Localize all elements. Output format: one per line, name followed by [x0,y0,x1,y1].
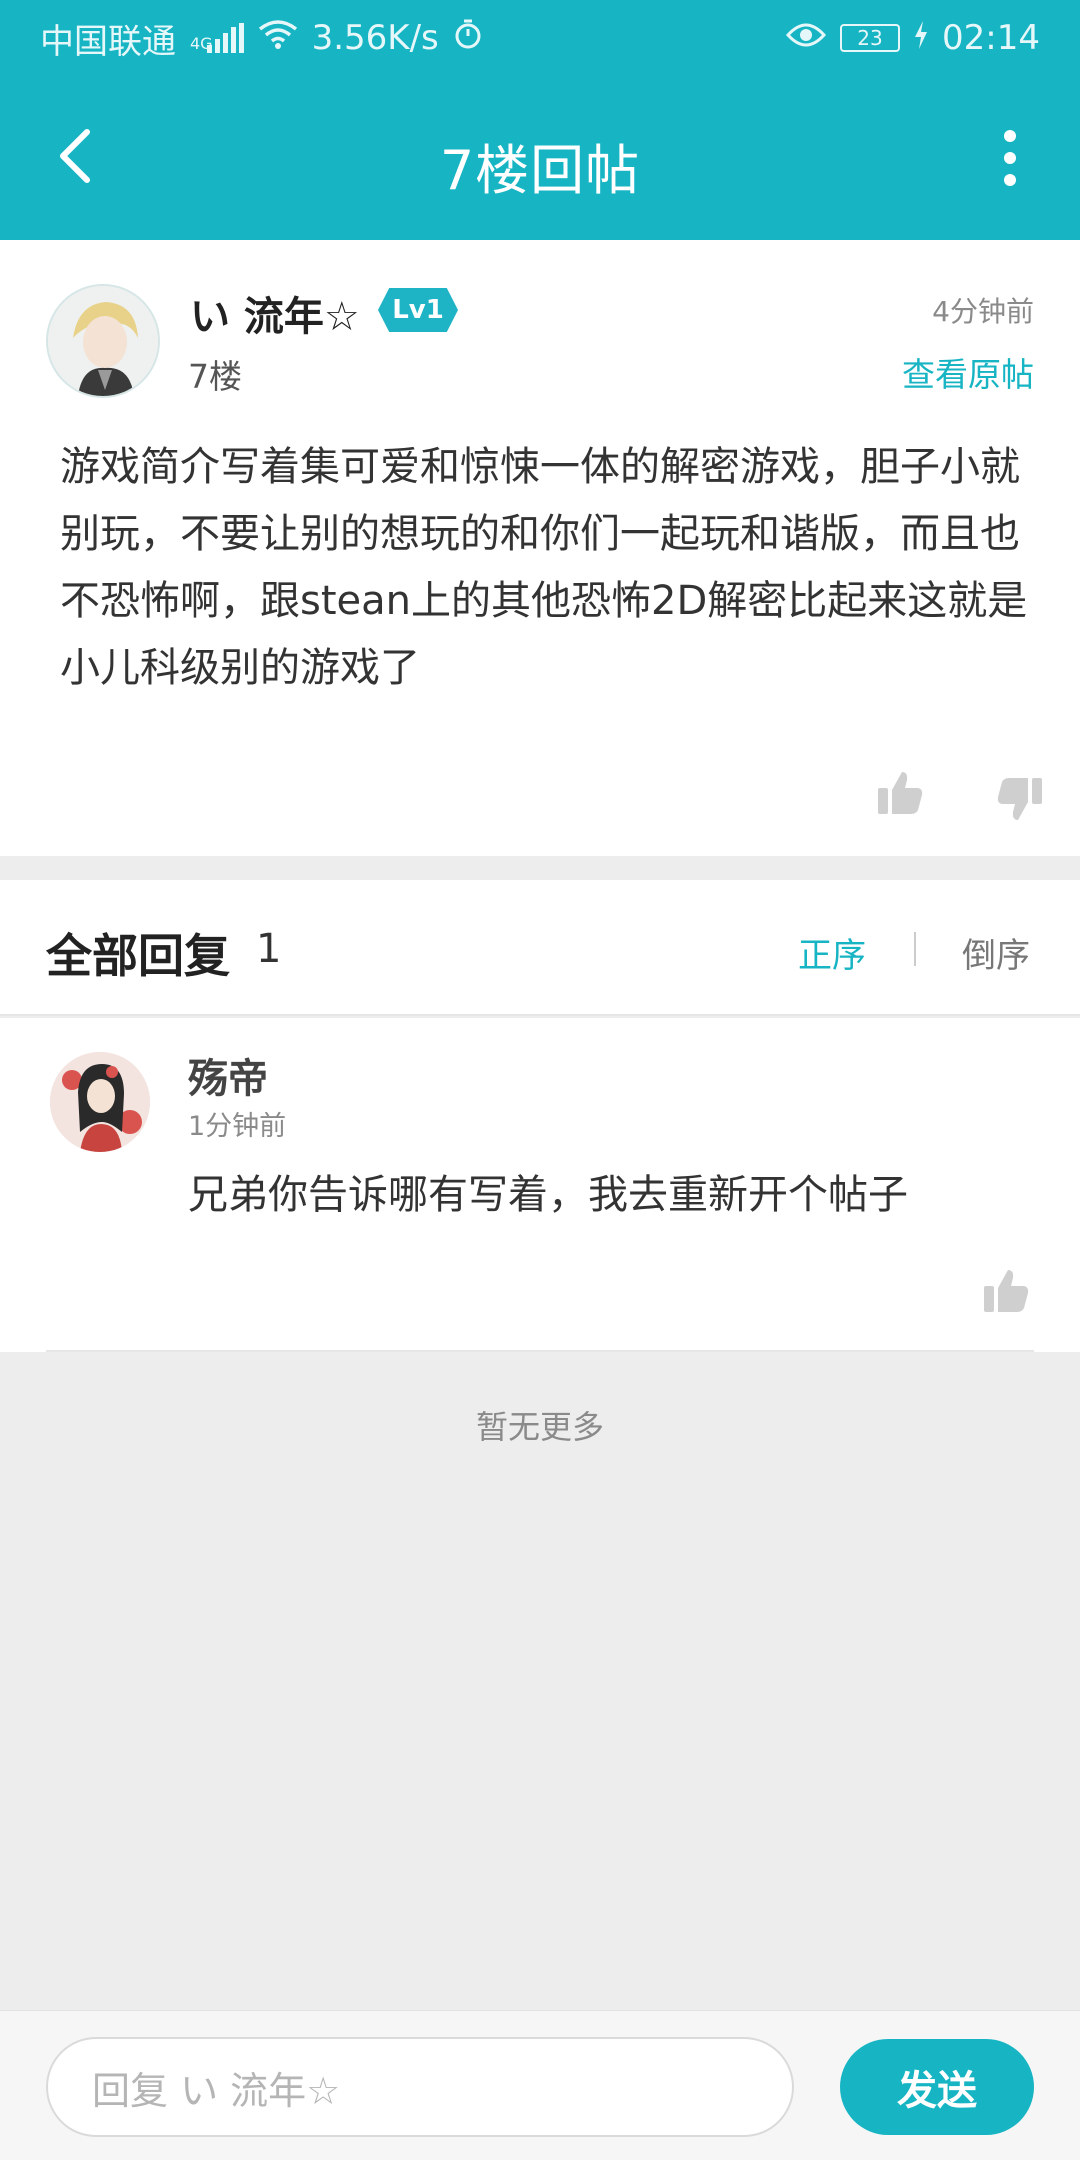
more-vert-icon[interactable] [1000,130,1020,186]
replies-header: 全部回复 1 正序 倒序 [0,880,1080,1016]
network-speed: 3.56K/s [311,18,439,58]
sort-descending-tab[interactable]: 倒序 [962,928,1030,977]
replies-count: 1 [256,926,282,972]
battery-level: 23 [857,26,883,50]
thumb-up-icon[interactable] [876,768,924,820]
carrier-label: 中国联通 [40,21,176,62]
battery-icon: 23 [840,24,901,52]
sort-divider [914,932,916,966]
view-original-link[interactable]: 查看原帖 [902,348,1034,396]
level-badge: Lv1 [378,288,458,332]
reply-item: 殇帝 1分钟前 兄弟你告诉哪有写着，我去重新开个帖子 [0,1018,1080,1352]
floor-number: 7楼 [188,357,242,396]
reply-time: 1分钟前 [188,1111,287,1142]
thumb-up-icon[interactable] [982,1266,1030,1318]
reply-text: 兄弟你告诉哪有写着，我去重新开个帖子 [188,1172,908,1218]
post-time: 4分钟前 [932,295,1034,328]
reply-author[interactable]: 殇帝 [188,1046,268,1104]
sort-ascending-tab[interactable]: 正序 [798,928,866,977]
charging-icon [914,18,928,58]
eye-icon [785,18,827,58]
original-post: い 流年☆ Lv1 7楼 4分钟前 查看原帖 游戏简介写着集可爱和惊悚一体的解密… [0,240,1080,856]
author-avatar[interactable] [46,284,160,398]
status-bar: 中国联通 4G 3.56K/s 23 02:14 [0,0,1080,76]
author-name[interactable]: い 流年☆ [190,284,360,342]
reply-bar: 回复 い 流年☆ 发送 [0,2010,1080,2160]
no-more-label: 暂无更多 [475,1408,604,1446]
wifi-icon [258,18,298,58]
thumb-down-icon[interactable] [996,776,1044,828]
post-content: 游戏简介写着集可爱和惊悚一体的解密游戏，胆子小就别玩，不要让别的想玩的和你们一起… [60,444,1028,691]
app-bar: 7楼回帖 [0,76,1080,240]
timer-icon [453,18,483,59]
all-replies-title: 全部回复 [46,929,230,983]
reply-input[interactable]: 回复 い 流年☆ [46,2037,794,2137]
reply-avatar[interactable] [50,1052,150,1152]
send-button[interactable]: 发送 [840,2039,1034,2135]
page-title: 7楼回帖 [439,139,641,202]
signal-icon: 4G [190,23,244,53]
clock: 02:14 [942,18,1040,58]
divider [46,1350,1034,1352]
